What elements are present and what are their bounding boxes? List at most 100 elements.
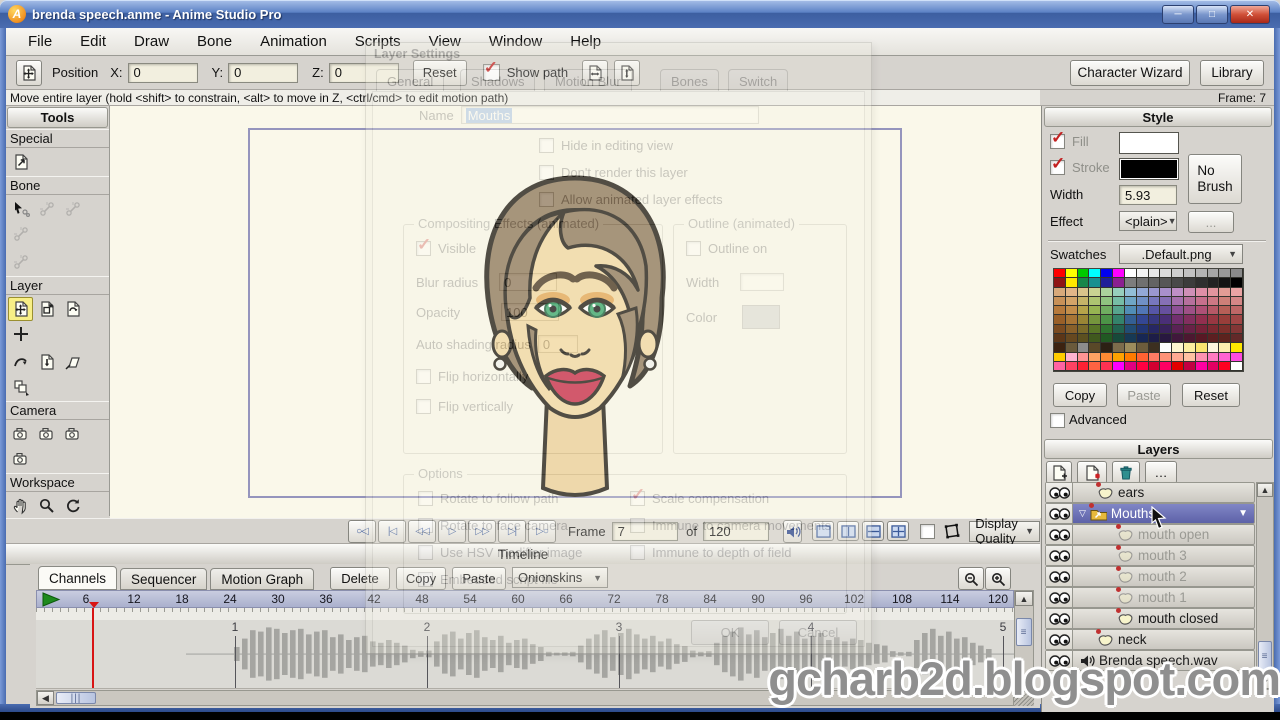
palette-swatch[interactable]	[1077, 334, 1090, 344]
palette-swatch[interactable]	[1077, 361, 1090, 372]
checkbox[interactable]	[630, 485, 645, 506]
expand-triangle-icon[interactable]: ▽	[1079, 508, 1086, 519]
palette-swatch[interactable]	[1124, 269, 1137, 279]
palette-swatch[interactable]	[1219, 361, 1232, 372]
palette-swatch[interactable]	[1124, 361, 1137, 372]
scroll-left-icon[interactable]: ◀	[37, 691, 54, 705]
palette-swatch[interactable]	[1101, 361, 1114, 372]
palette-swatch[interactable]	[1160, 352, 1173, 362]
menu-bone[interactable]: Bone	[183, 31, 246, 52]
palette-swatch[interactable]	[1207, 287, 1220, 297]
palette-swatch[interactable]	[1101, 269, 1114, 279]
palette-swatch[interactable]	[1136, 343, 1149, 353]
title-bar[interactable]: A brenda speech.anme - Anime Studio Pro …	[0, 0, 1280, 28]
palette-swatch[interactable]	[1195, 296, 1208, 307]
palette-swatch[interactable]	[1065, 278, 1078, 288]
opacity-input[interactable]: 100	[501, 303, 560, 321]
stroke-width-input[interactable]: 5.93	[1119, 185, 1177, 205]
stroke-color-swatch[interactable]	[1119, 158, 1179, 180]
palette-swatch[interactable]	[1160, 278, 1173, 288]
palette-swatch[interactable]	[1054, 269, 1066, 279]
palette-swatch[interactable]	[1136, 287, 1149, 297]
palette-swatch[interactable]	[1148, 343, 1161, 353]
palette-swatch[interactable]	[1160, 306, 1173, 316]
palette-swatch[interactable]	[1207, 352, 1220, 362]
timeline-hscroll-thumb[interactable]: |||	[56, 692, 96, 704]
rotate-layer-z-tool[interactable]	[60, 297, 85, 321]
palette-swatch[interactable]	[1195, 306, 1208, 316]
pan-tilt-camera-tool[interactable]	[8, 447, 33, 471]
palette-swatch[interactable]	[1231, 278, 1243, 288]
display-quality-dropdown[interactable]: Display Quality ▼	[969, 516, 1040, 546]
palette-swatch[interactable]	[1124, 352, 1137, 362]
palette-swatch[interactable]	[1136, 278, 1149, 288]
style-copy-button[interactable]: Copy	[1053, 383, 1107, 407]
palette-swatch[interactable]	[1136, 306, 1149, 316]
layer-visibility-button[interactable]	[1046, 483, 1073, 502]
shear-layer-tool[interactable]	[60, 350, 85, 374]
dialog-tab-switch[interactable]: Switch	[728, 69, 789, 93]
palette-swatch[interactable]	[1136, 269, 1149, 279]
palette-swatch[interactable]	[1089, 287, 1102, 297]
palette-swatch[interactable]	[1065, 287, 1078, 297]
palette-swatch[interactable]	[1172, 287, 1184, 297]
zoom-camera-tool[interactable]	[34, 422, 59, 446]
palette-swatch[interactable]	[1183, 334, 1196, 344]
layer-more-button[interactable]: …	[1145, 461, 1177, 484]
palette-swatch[interactable]	[1148, 324, 1161, 335]
roll-camera-tool[interactable]	[60, 422, 85, 446]
palette-swatch[interactable]	[1195, 278, 1208, 288]
outline-width-input[interactable]	[740, 273, 785, 291]
palette-swatch[interactable]	[1089, 343, 1102, 353]
palette-swatch[interactable]	[1183, 287, 1196, 297]
palette-swatch[interactable]	[1183, 343, 1196, 353]
palette-swatch[interactable]	[1219, 324, 1232, 335]
fill-color-swatch[interactable]	[1119, 132, 1179, 154]
palette-swatch[interactable]	[1231, 315, 1243, 325]
palette-swatch[interactable]	[1101, 306, 1114, 316]
palette-swatch[interactable]	[1054, 287, 1066, 297]
palette-swatch[interactable]	[1136, 296, 1149, 307]
palette-swatch[interactable]	[1136, 334, 1149, 344]
palette-swatch[interactable]	[1113, 315, 1125, 325]
palette-swatch[interactable]	[1054, 278, 1066, 288]
palette-swatch[interactable]	[1148, 278, 1161, 288]
palette-swatch[interactable]	[1231, 324, 1243, 335]
palette-swatch[interactable]	[1183, 269, 1196, 279]
palette-swatch[interactable]	[1160, 315, 1173, 325]
palette-swatch[interactable]	[1136, 324, 1149, 335]
menu-edit[interactable]: Edit	[66, 31, 120, 52]
new-reference-layer-button[interactable]	[1077, 461, 1107, 484]
layer-visibility-button[interactable]	[1046, 567, 1073, 586]
tab-channels[interactable]: Channels	[38, 566, 118, 590]
checkbox[interactable]	[539, 165, 554, 180]
palette-swatch[interactable]	[1207, 343, 1220, 353]
palette-swatch[interactable]	[1148, 361, 1161, 372]
palette-swatch[interactable]	[1113, 343, 1125, 353]
character-wizard-button[interactable]: Character Wizard	[1070, 59, 1190, 86]
style-reset-button[interactable]: Reset	[1182, 383, 1240, 407]
palette-swatch[interactable]	[1124, 324, 1137, 335]
checkbox[interactable]	[418, 518, 433, 533]
palette-swatch[interactable]	[1113, 296, 1125, 307]
layer-row-mouth-2[interactable]: mouth 2	[1045, 565, 1255, 587]
palette-swatch[interactable]	[1065, 315, 1078, 325]
palette-swatch[interactable]	[1077, 315, 1090, 325]
layer-row-ears[interactable]: ears	[1045, 481, 1255, 503]
x-input[interactable]: 0	[127, 62, 198, 83]
palette-swatch[interactable]	[1113, 278, 1125, 288]
palette-swatch[interactable]	[1124, 278, 1137, 288]
scroll-up-icon[interactable]: ▲	[1257, 483, 1273, 497]
palette-swatch[interactable]	[1195, 334, 1208, 344]
no-brush-button[interactable]: No Brush	[1188, 154, 1242, 204]
palette-swatch[interactable]	[1054, 361, 1066, 372]
minimize-button[interactable]: ─	[1162, 4, 1194, 24]
palette-swatch[interactable]	[1065, 269, 1078, 279]
palette-swatch[interactable]	[1172, 343, 1184, 353]
palette-swatch[interactable]	[1136, 315, 1149, 325]
chevron-down-icon[interactable]: ▼	[1238, 508, 1248, 519]
palette-swatch[interactable]	[1065, 306, 1078, 316]
outline-on-checkbox[interactable]	[686, 241, 701, 256]
effect-more-button[interactable]: ...	[1188, 211, 1234, 233]
view-quad-button[interactable]	[887, 521, 910, 541]
